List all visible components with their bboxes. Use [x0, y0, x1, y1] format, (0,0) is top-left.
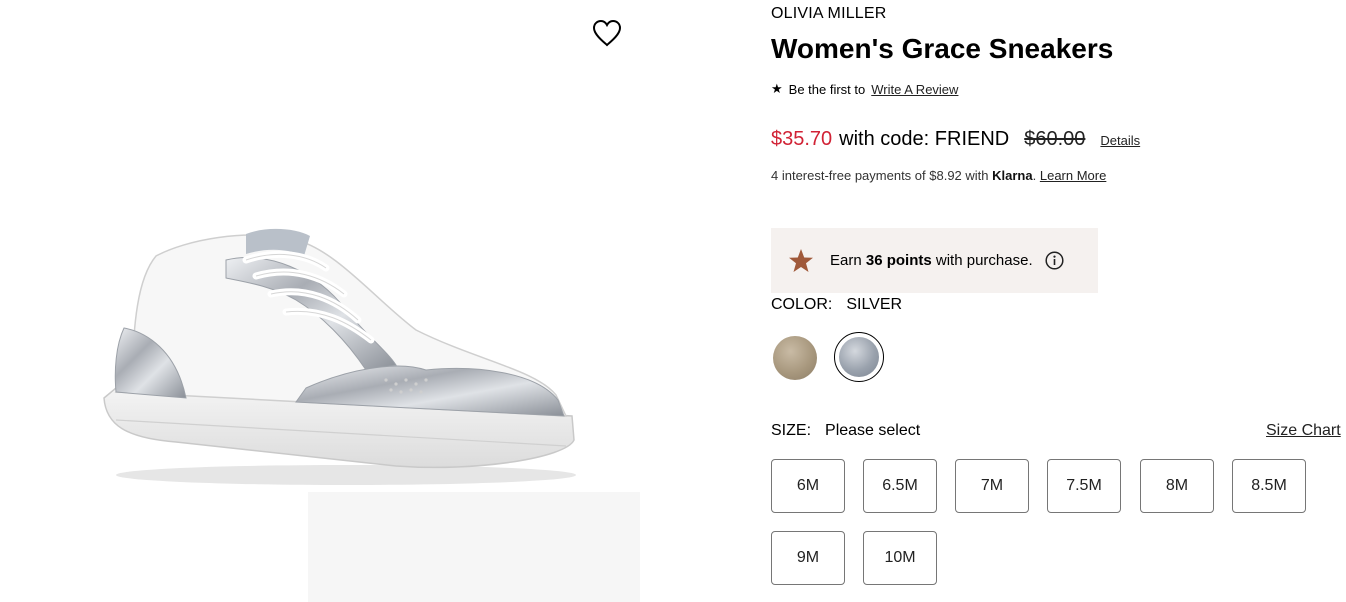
rewards-text: Earn 36 points with purchase. — [830, 252, 1033, 269]
size-chart-link[interactable]: Size Chart — [1266, 422, 1341, 440]
rewards-suffix: with purchase. — [935, 252, 1033, 269]
price-row: $35.70 with code: FRIEND $60.00 Details — [771, 128, 1140, 151]
heart-icon — [592, 19, 622, 47]
size-label: SIZE: — [771, 422, 812, 439]
star-icon — [789, 248, 813, 272]
rewards-points-box: Earn 36 points with purchase. — [771, 228, 1098, 293]
product-image-area — [0, 0, 660, 602]
rewards-points: 36 points — [865, 252, 932, 269]
klarna-text: 4 interest-free payments of $8.92 with — [771, 168, 989, 183]
size-option[interactable]: 10M — [863, 531, 937, 585]
info-icon[interactable] — [1045, 251, 1064, 270]
klarna-logo: Klarna — [992, 168, 1033, 183]
size-option[interactable]: 9M — [771, 531, 845, 585]
review-row: ★ Be the first to Write A Review — [771, 81, 958, 97]
size-option[interactable]: 7M — [955, 459, 1029, 513]
product-title: Women's Grace Sneakers — [771, 33, 1114, 64]
color-label: COLOR: — [771, 296, 833, 313]
brand-link[interactable]: OLIVIA MILLER — [771, 5, 887, 23]
original-price: $60.00 — [1024, 128, 1086, 150]
size-option[interactable]: 6M — [771, 459, 845, 513]
color-value: SILVER — [846, 296, 903, 313]
rewards-prefix: Earn — [830, 252, 862, 269]
review-prefix: Be the first to — [788, 81, 866, 97]
product-image[interactable] — [96, 220, 586, 490]
klarna-learn-more-link[interactable]: Learn More — [1040, 168, 1106, 183]
size-option[interactable]: 6.5M — [863, 459, 937, 513]
size-value: Please select — [825, 422, 921, 439]
size-option[interactable]: 8M — [1140, 459, 1214, 513]
sale-price: $35.70 — [771, 128, 833, 150]
image-backdrop — [308, 492, 640, 602]
write-review-link[interactable]: Write A Review — [871, 82, 958, 97]
promo-code-text: with code: FRIEND — [839, 128, 1010, 150]
color-selector-label: COLOR: SILVER — [771, 296, 902, 314]
color-swatch-silver[interactable] — [839, 337, 879, 377]
price-details-link[interactable]: Details — [1100, 133, 1140, 148]
klarna-period: . — [1032, 168, 1037, 183]
wishlist-button[interactable] — [590, 16, 624, 50]
star-icon: ★ — [771, 81, 783, 96]
size-option[interactable]: 8.5M — [1232, 459, 1306, 513]
klarna-row: 4 interest-free payments of $8.92 with K… — [771, 168, 1106, 183]
size-option[interactable]: 7.5M — [1047, 459, 1121, 513]
color-swatch-gold[interactable] — [773, 336, 817, 380]
size-selector-label: SIZE: Please select — [771, 422, 920, 440]
